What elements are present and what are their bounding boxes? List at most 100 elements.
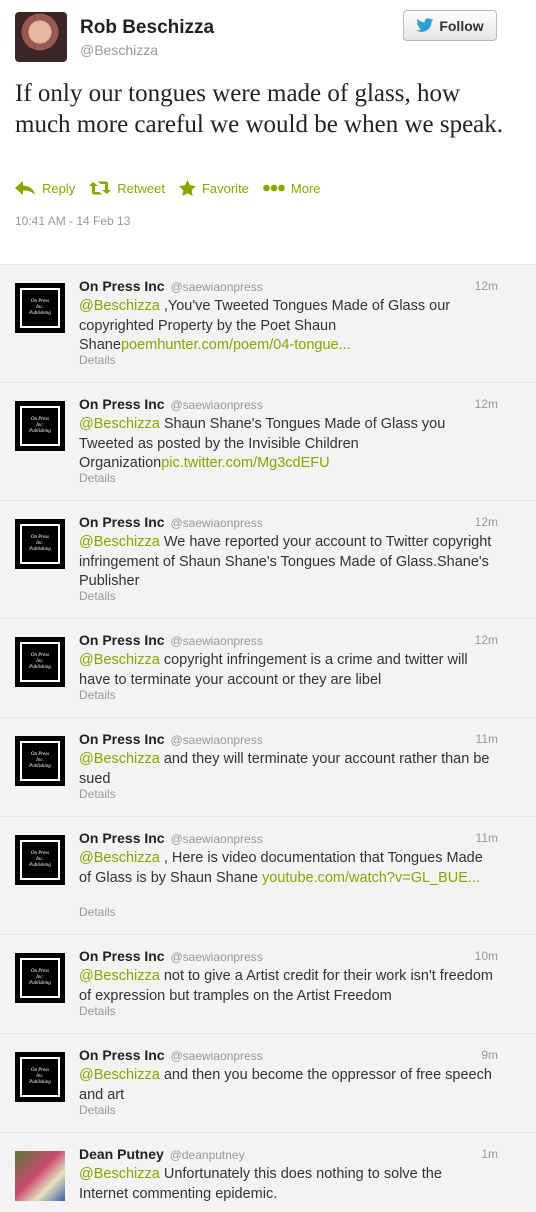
- reply-user-handle[interactable]: @saewiaonpress: [170, 950, 262, 964]
- reply-header: On Press Inc @saewiaonpress: [79, 948, 498, 964]
- details-link[interactable]: Details: [79, 353, 116, 367]
- user-avatar[interactable]: On Press Inc. Publishing: [15, 637, 65, 687]
- reply-text: @Beschizza copyright infringement is a c…: [79, 651, 494, 690]
- retweet-action[interactable]: Retweet: [89, 180, 165, 196]
- user-avatar[interactable]: On Press Inc. Publishing: [15, 519, 65, 569]
- reply-timestamp[interactable]: 11m: [476, 732, 498, 746]
- reply-text: @Beschizza Unfortunately this does nothi…: [79, 1165, 494, 1204]
- reply-user-handle[interactable]: @saewiaonpress: [170, 1049, 262, 1063]
- reply-timestamp[interactable]: 12m: [475, 515, 498, 529]
- retweet-icon: [89, 181, 112, 195]
- reply-tweet[interactable]: On Press Inc. Publishing On Press Inc @saew…: [0, 816, 536, 934]
- avatar-logo: On Press Inc. Publishing: [20, 406, 60, 446]
- reply-text: @Beschizza Shaun Shane's Tongues Made of…: [79, 415, 494, 474]
- user-avatar[interactable]: On Press Inc. Publishing: [15, 953, 65, 1003]
- reply-user-name[interactable]: On Press Inc: [79, 948, 165, 964]
- mention-link[interactable]: @Beschizza: [79, 298, 160, 314]
- user-avatar[interactable]: On Press Inc. Publishing: [15, 1052, 65, 1102]
- author-name[interactable]: Rob Beschizza: [80, 17, 214, 39]
- author-handle[interactable]: @Beschizza: [80, 42, 158, 58]
- details-link[interactable]: Details: [79, 688, 116, 702]
- reply-tweet[interactable]: On Press Inc. Publishing On Press Inc @saew…: [0, 264, 536, 382]
- reply-user-name[interactable]: On Press Inc: [79, 830, 165, 846]
- avatar-logo-text: Publishing: [29, 863, 51, 868]
- user-avatar[interactable]: On Press Inc. Publishing: [15, 736, 65, 786]
- reply-header: On Press Inc @saewiaonpress: [79, 632, 498, 648]
- mention-link[interactable]: @Beschizza: [79, 751, 160, 767]
- reply-user-name[interactable]: On Press Inc: [79, 396, 165, 412]
- reply-timestamp[interactable]: 12m: [475, 397, 498, 411]
- reply-user-name[interactable]: On Press Inc: [79, 632, 165, 648]
- details-link[interactable]: Details: [79, 905, 116, 919]
- reply-user-handle[interactable]: @saewiaonpress: [170, 280, 262, 294]
- reply-user-handle[interactable]: @saewiaonpress: [170, 634, 262, 648]
- mention-link[interactable]: @Beschizza: [79, 416, 160, 432]
- reply-user-handle[interactable]: @saewiaonpress: [170, 398, 262, 412]
- user-avatar[interactable]: On Press Inc. Publishing: [15, 835, 65, 885]
- reply-tweet[interactable]: On Press Inc. Publishing On Press Inc @saew…: [0, 1033, 536, 1132]
- tweet-timestamp[interactable]: 10:41 AM - 14 Feb 13: [15, 214, 130, 228]
- details-link[interactable]: Details: [79, 787, 116, 801]
- reply-timestamp[interactable]: 10m: [475, 949, 498, 963]
- avatar-logo: On Press Inc. Publishing: [20, 840, 60, 880]
- reply-header: Dean Putney @deanputney: [79, 1146, 498, 1162]
- details-link[interactable]: Details: [79, 1103, 116, 1117]
- more-action[interactable]: More: [263, 180, 321, 196]
- favorite-action[interactable]: Favorite: [178, 180, 249, 196]
- avatar-logo-text: Publishing: [29, 547, 51, 552]
- reply-timestamp[interactable]: 12m: [475, 279, 498, 293]
- details-link[interactable]: Details: [79, 589, 116, 603]
- reply-header: On Press Inc @saewiaonpress: [79, 278, 498, 294]
- reply-tweet[interactable]: On Press Inc. Publishing On Press Inc @saew…: [0, 500, 536, 618]
- reply-url[interactable]: poemhunter.com/poem/04-tongue...: [121, 337, 351, 353]
- user-avatar[interactable]: On Press Inc. Publishing: [15, 283, 65, 333]
- mention-link[interactable]: @Beschizza: [79, 850, 160, 866]
- reply-icon: [15, 181, 35, 195]
- reply-url[interactable]: youtube.com/watch?v=GL_BUE...: [262, 870, 480, 886]
- author-avatar[interactable]: [15, 12, 67, 62]
- reply-user-name[interactable]: On Press Inc: [79, 514, 165, 530]
- reply-user-handle[interactable]: @saewiaonpress: [170, 516, 262, 530]
- twitter-bird-icon: [416, 18, 434, 32]
- reply-tweet[interactable]: On Press Inc. Publishing On Press Inc @saew…: [0, 934, 536, 1033]
- favorite-label: Favorite: [201, 180, 249, 196]
- user-avatar[interactable]: On Press Inc. Publishing: [15, 401, 65, 451]
- reply-user-name[interactable]: Dean Putney: [79, 1146, 164, 1162]
- follow-button[interactable]: Follow: [403, 10, 497, 41]
- reply-tweet[interactable]: On Press Inc. Publishing On Press Inc @saew…: [0, 618, 536, 717]
- mention-link[interactable]: @Beschizza: [79, 968, 160, 984]
- reply-header: On Press Inc @saewiaonpress: [79, 731, 498, 747]
- avatar-logo-text: Publishing: [29, 764, 51, 769]
- user-avatar[interactable]: [15, 1151, 65, 1201]
- reply-user-name[interactable]: On Press Inc: [79, 731, 165, 747]
- reply-user-handle[interactable]: @saewiaonpress: [170, 832, 262, 846]
- star-icon: [178, 180, 196, 196]
- reply-tweet[interactable]: Dean Putney @deanputney 1m @Beschizza Unfo…: [0, 1132, 536, 1212]
- reply-timestamp[interactable]: 11m: [476, 831, 498, 845]
- details-link[interactable]: Details: [79, 1004, 116, 1018]
- avatar-logo-text: Publishing: [29, 429, 51, 434]
- reply-user-handle[interactable]: @saewiaonpress: [170, 733, 262, 747]
- reply-header: On Press Inc @saewiaonpress: [79, 514, 498, 530]
- reply-timestamp[interactable]: 12m: [475, 633, 498, 647]
- tweet-actions: Reply Retweet Favorite More: [15, 180, 321, 196]
- reply-tweet[interactable]: On Press Inc. Publishing On Press Inc @saew…: [0, 717, 536, 816]
- reply-header: On Press Inc @saewiaonpress: [79, 396, 498, 412]
- reply-timestamp[interactable]: 1m: [481, 1147, 498, 1161]
- reply-action[interactable]: Reply: [15, 180, 75, 196]
- reply-list: On Press Inc. Publishing On Press Inc @saew…: [0, 264, 536, 1212]
- reply-tweet[interactable]: On Press Inc. Publishing On Press Inc @saew…: [0, 382, 536, 500]
- reply-timestamp[interactable]: 9m: [481, 1048, 498, 1062]
- reply-user-name[interactable]: On Press Inc: [79, 1047, 165, 1063]
- mention-link[interactable]: @Beschizza: [79, 1067, 160, 1083]
- reply-text: @Beschizza and then you become the oppre…: [79, 1066, 494, 1105]
- reply-text: @Beschizza We have reported your account…: [79, 533, 494, 592]
- mention-link[interactable]: @Beschizza: [79, 652, 160, 668]
- mention-link[interactable]: @Beschizza: [79, 534, 160, 550]
- reply-url[interactable]: pic.twitter.com/Mg3cdEFU: [161, 455, 329, 471]
- mention-link[interactable]: @Beschizza: [79, 1166, 160, 1182]
- reply-user-name[interactable]: On Press Inc: [79, 278, 165, 294]
- details-link[interactable]: Details: [79, 471, 116, 485]
- more-dots-icon: [263, 184, 285, 192]
- reply-user-handle[interactable]: @deanputney: [170, 1148, 245, 1162]
